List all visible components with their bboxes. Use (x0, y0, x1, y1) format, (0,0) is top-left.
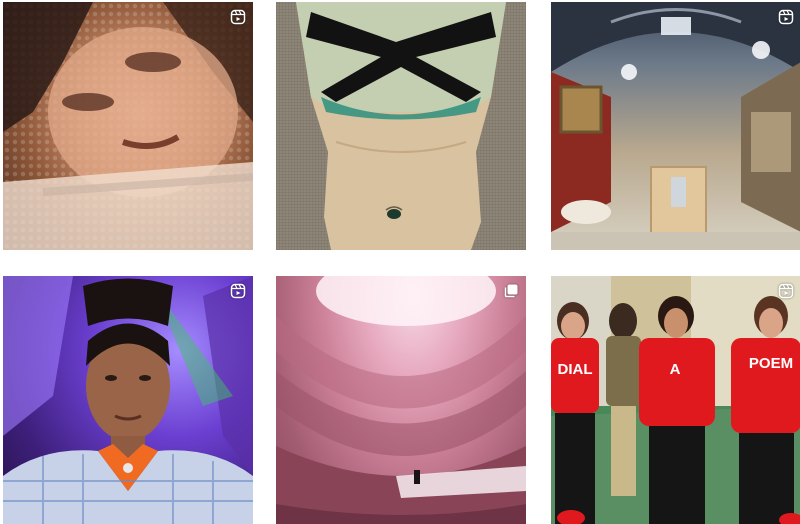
post-tile-4[interactable] (3, 276, 253, 524)
shirt-text-a: A (670, 361, 681, 378)
post-6-image: DIAL A POEM (551, 276, 800, 524)
reel-icon (230, 283, 246, 299)
post-1-image (3, 2, 253, 250)
post-4-image (3, 276, 253, 524)
carousel-icon (503, 283, 519, 299)
reel-icon (778, 9, 794, 25)
shirt-text-dial: DIAL (558, 361, 593, 378)
post-grid: DIAL A POEM (0, 0, 800, 524)
shirt-text-poem: POEM (749, 355, 793, 372)
reel-icon (778, 283, 794, 299)
post-tile-2[interactable] (276, 2, 526, 250)
post-2-image (276, 2, 526, 250)
post-tile-3[interactable] (551, 2, 800, 250)
post-tile-6[interactable]: DIAL A POEM (551, 276, 800, 524)
post-tile-1[interactable] (3, 2, 253, 250)
post-3-image (551, 2, 800, 250)
post-5-image (276, 276, 526, 524)
post-tile-5[interactable] (276, 276, 526, 524)
reel-icon (230, 9, 246, 25)
